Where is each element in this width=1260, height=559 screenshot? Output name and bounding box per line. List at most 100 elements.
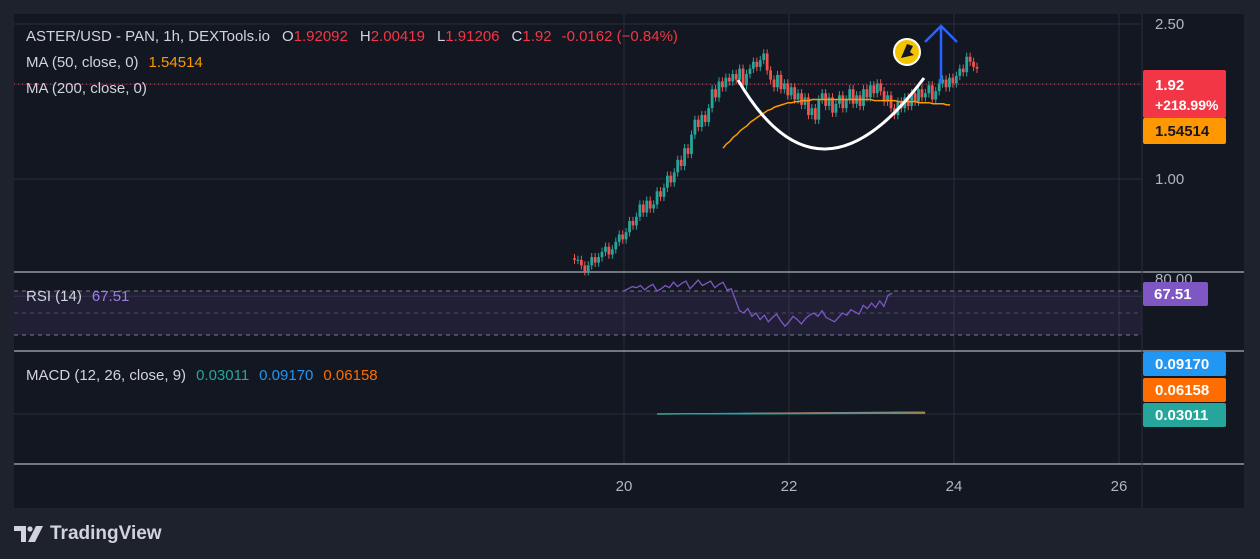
- candle[interactable]: [934, 87, 938, 104]
- candle[interactable]: [628, 216, 631, 237]
- candle[interactable]: [793, 83, 797, 104]
- candle[interactable]: [807, 93, 810, 120]
- candle[interactable]: [882, 87, 886, 106]
- candle[interactable]: [745, 69, 748, 90]
- ma50-legend[interactable]: MA (50, close, 0) 1.54514: [26, 54, 203, 71]
- candle[interactable]: [604, 242, 607, 257]
- candle[interactable]: [782, 79, 786, 94]
- candle[interactable]: [734, 69, 738, 84]
- candle[interactable]: [954, 71, 958, 88]
- candle[interactable]: [779, 70, 783, 94]
- candle[interactable]: [961, 64, 965, 77]
- candle[interactable]: [600, 247, 604, 262]
- candle[interactable]: [765, 49, 769, 75]
- candle[interactable]: [844, 95, 848, 113]
- candle[interactable]: [851, 85, 855, 109]
- candle[interactable]: [641, 200, 645, 217]
- candle[interactable]: [583, 261, 587, 276]
- candle[interactable]: [665, 171, 669, 192]
- candle[interactable]: [813, 103, 817, 124]
- candle[interactable]: [669, 171, 673, 187]
- candle[interactable]: [731, 69, 735, 86]
- candle[interactable]: [975, 62, 979, 73]
- candle[interactable]: [659, 187, 662, 202]
- candle[interactable]: [755, 57, 759, 72]
- candle[interactable]: [724, 73, 728, 92]
- candle[interactable]: [648, 196, 652, 213]
- candle[interactable]: [862, 85, 865, 111]
- candle[interactable]: [683, 143, 686, 171]
- candle[interactable]: [645, 196, 649, 217]
- macd-series[interactable]: [656, 411, 926, 415]
- candle[interactable]: [607, 242, 611, 259]
- candle[interactable]: [751, 57, 755, 73]
- candle[interactable]: [714, 85, 717, 102]
- candle[interactable]: [944, 75, 948, 92]
- candle[interactable]: [590, 252, 594, 270]
- candle[interactable]: [848, 85, 852, 104]
- candle[interactable]: [700, 110, 704, 132]
- candle[interactable]: [789, 83, 793, 100]
- candle[interactable]: [579, 255, 583, 270]
- candle[interactable]: [610, 245, 614, 259]
- candle[interactable]: [889, 91, 893, 113]
- candle[interactable]: [831, 93, 834, 117]
- candle[interactable]: [972, 57, 975, 72]
- candle[interactable]: [762, 49, 766, 65]
- rsi-legend[interactable]: RSI (14) 67.51: [26, 288, 129, 305]
- macd-legend[interactable]: MACD (12, 26, close, 9) 0.03011 0.09170 …: [26, 367, 378, 384]
- candle[interactable]: [800, 89, 803, 110]
- candle[interactable]: [769, 66, 772, 84]
- candle[interactable]: [968, 52, 972, 67]
- candle[interactable]: [965, 52, 969, 77]
- candle[interactable]: [676, 155, 680, 177]
- candle[interactable]: [573, 254, 576, 265]
- ma200-legend[interactable]: MA (200, close, 0): [26, 80, 147, 97]
- candle[interactable]: [748, 64, 752, 79]
- candle[interactable]: [879, 79, 883, 96]
- candle[interactable]: [772, 75, 776, 92]
- candle[interactable]: [758, 55, 762, 72]
- candle[interactable]: [710, 85, 714, 113]
- candle[interactable]: [858, 91, 862, 111]
- candle[interactable]: [927, 81, 931, 98]
- candle[interactable]: [586, 261, 590, 276]
- macd-line-histogram[interactable]: [656, 412, 926, 415]
- candle[interactable]: [679, 155, 683, 171]
- candle[interactable]: [948, 73, 951, 92]
- candle[interactable]: [693, 115, 697, 139]
- candle[interactable]: [617, 230, 621, 247]
- candle[interactable]: [593, 252, 597, 267]
- candle[interactable]: [810, 103, 814, 120]
- tradingview-branding[interactable]: TradingView: [14, 522, 162, 546]
- candle[interactable]: [690, 130, 693, 159]
- candle[interactable]: [576, 255, 580, 265]
- candle[interactable]: [776, 70, 779, 92]
- candle[interactable]: [614, 237, 618, 254]
- candle[interactable]: [696, 115, 700, 132]
- candle[interactable]: [841, 91, 845, 113]
- candle[interactable]: [920, 85, 924, 102]
- candle[interactable]: [717, 77, 721, 102]
- chart-canvas[interactable]: 2.501.000.5000 80.00 20222426 1.92 +218.…: [14, 14, 1244, 508]
- candle[interactable]: [655, 187, 659, 209]
- candle[interactable]: [597, 252, 600, 267]
- candle[interactable]: [827, 93, 831, 111]
- candle[interactable]: [662, 183, 666, 202]
- candle[interactable]: [875, 79, 879, 98]
- candle[interactable]: [631, 216, 635, 230]
- candle[interactable]: [686, 143, 690, 159]
- candle[interactable]: [834, 99, 838, 117]
- candle[interactable]: [707, 103, 711, 127]
- candle[interactable]: [958, 64, 962, 81]
- candle[interactable]: [652, 200, 656, 213]
- candlestick-series[interactable]: [573, 49, 979, 276]
- candle[interactable]: [703, 110, 707, 127]
- candle[interactable]: [924, 89, 927, 102]
- candle[interactable]: [635, 212, 638, 230]
- candle[interactable]: [886, 91, 889, 106]
- candle[interactable]: [638, 200, 642, 222]
- candle[interactable]: [721, 77, 724, 92]
- candle[interactable]: [624, 228, 628, 244]
- symbol-legend[interactable]: ASTER/USD - PAN, 1h, DEXTools.io O 1.9209…: [26, 28, 678, 45]
